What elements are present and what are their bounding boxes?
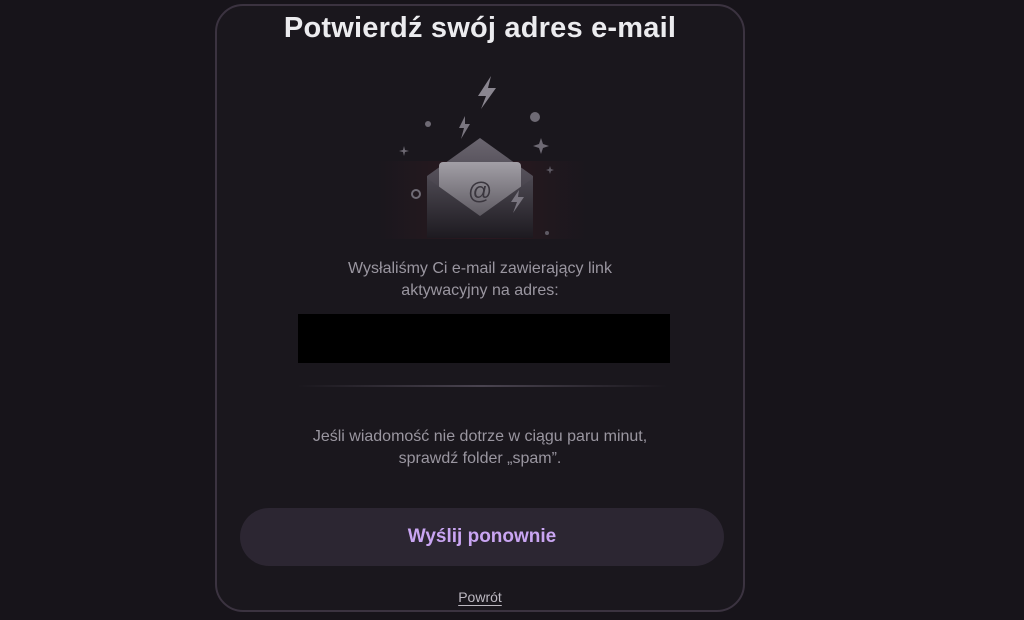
dot-decoration	[545, 231, 549, 235]
resend-button[interactable]: Wyślij ponownie	[240, 508, 724, 566]
dot-decoration	[425, 121, 431, 127]
lightning-icon	[459, 116, 470, 139]
envelope-illustration: @	[377, 76, 587, 239]
info-message: Wysłaliśmy Ci e-mail zawierający link ak…	[247, 258, 713, 302]
page-title: Potwierdź swój adres e-mail	[283, 12, 677, 44]
info-line: aktywacyjny na adres:	[401, 282, 559, 299]
verify-email-card: Potwierdź swój adres e-mail @ Wysłaliśmy…	[215, 4, 745, 612]
dot-decoration	[530, 112, 540, 122]
envelope-icon: @	[427, 138, 533, 238]
sparkle-icon	[533, 138, 549, 154]
back-link-container: Powrót	[217, 589, 743, 605]
email-address-redacted	[298, 314, 670, 363]
back-link[interactable]: Powrót	[458, 589, 502, 605]
spam-line: sprawdź folder „spam”.	[398, 450, 562, 467]
lightning-icon	[478, 76, 496, 109]
info-line: Wysłaliśmy Ci e-mail zawierający link	[348, 260, 612, 277]
divider	[297, 385, 667, 387]
sparkle-icon	[399, 146, 409, 156]
spam-hint: Jeśli wiadomość nie dotrze w ciągu paru …	[247, 426, 713, 470]
at-sign-icon: @	[468, 178, 492, 205]
spam-line: Jeśli wiadomość nie dotrze w ciągu paru …	[312, 428, 648, 445]
